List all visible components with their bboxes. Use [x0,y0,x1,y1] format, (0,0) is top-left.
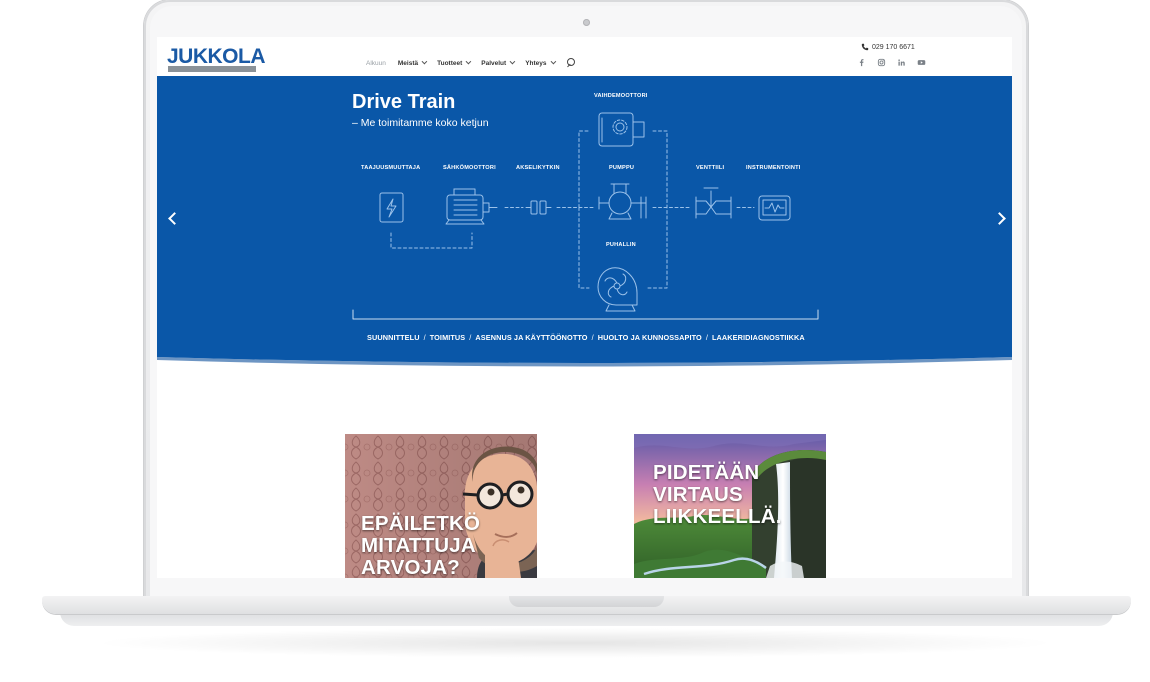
chevron-down-icon [465,58,472,65]
services-list: SUUNNITTELU / TOIMITUS / ASENNUS JA KÄYTTÖÖN… [367,333,805,342]
website-screen: JUKKOLA Alkuun Meistä Tuotteet Palvelut … [157,37,1012,578]
promo-line: PIDETÄÄN [653,461,760,484]
youtube-icon[interactable] [917,58,926,67]
label-venttiili: VENTTIILI [696,165,725,171]
phone-icon [861,43,869,51]
laptop-notch [509,596,664,607]
logo-text: JUKKOLA [167,45,266,68]
hero-slider: Drive Train – Me toimitamme koko ketjun … [157,76,1012,367]
promo-line: EPÄILETKÖ [361,512,481,535]
label-puhallin: PUHALLIN [606,242,636,248]
promo-line: MITATTUJA [361,534,476,557]
search-icon[interactable] [566,58,576,68]
promo-card-flow[interactable]: PIDETÄÄN VIRTAUS LIIKKEELLÄ. [634,434,826,578]
promo-text-2: PIDETÄÄN VIRTAUS LIIKKEELLÄ. [653,462,782,528]
instagram-icon[interactable] [877,58,886,67]
service-asennus[interactable]: ASENNUS JA KÄYTTÖÖNOTTO [475,333,587,342]
drive-train-diagram [157,76,1012,367]
nav-item-tuotteet[interactable]: Tuotteet [437,58,472,67]
social-links [857,58,937,67]
facebook-icon[interactable] [857,58,866,67]
label-akselikytkin: AKSELIKYTKIN [516,165,560,171]
service-laakeridiagnostiikka[interactable]: LAAKERIDIAGNOSTIIKKA [712,333,805,342]
promo-text-1: EPÄILETKÖ MITATTUJA ARVOJA? [361,512,481,579]
promo-line: ARVOJA? [361,556,460,579]
label-vaihdemoottori: VAIHDEMOOTTORI [594,93,648,99]
chevron-down-icon [550,58,556,65]
hero-subtitle: – Me toimitamme koko ketjun [352,117,489,129]
nav-item-alkuun[interactable]: Alkuun [366,60,386,67]
site-header: JUKKOLA Alkuun Meistä Tuotteet Palvelut … [157,37,1012,76]
label-pumppu: PUMPPU [609,165,635,171]
service-toimitus[interactable]: TOIMITUS [430,333,466,342]
nav-label: Palvelut [481,59,507,67]
promo-card-measurements[interactable]: EPÄILETKÖ MITATTUJA ARVOJA? [345,434,537,578]
nav-label: Alkuun [366,59,386,67]
service-suunnittelu[interactable]: SUUNNITTELU [367,333,420,342]
service-separator: / [469,333,472,342]
linkedin-icon[interactable] [897,58,906,67]
nav-item-palvelut[interactable]: Palvelut [481,58,516,67]
phone-text: 029 170 6671 [872,43,915,51]
main-nav: Alkuun Meistä Tuotteet Palvelut Yhteys [366,57,576,69]
label-taajuusmuuttaja: TAAJUUSMUUTTAJA [361,165,421,171]
service-separator: / [423,333,426,342]
service-separator: / [591,333,594,342]
service-huolto[interactable]: HUOLTO JA KUNNOSSAPITO [598,333,702,342]
chevron-down-icon [421,58,428,65]
nav-item-yhteys[interactable]: Yhteys [525,58,556,67]
promo-line: LIIKKEELLÄ. [653,505,782,528]
phone-number[interactable]: 029 170 6671 [861,43,915,51]
logo-underline [168,66,256,72]
camera-icon [583,19,590,26]
label-instrumentointi: INSTRUMENTOINTI [746,165,801,171]
chevron-down-icon [509,58,516,65]
hero-title: Drive Train [352,91,456,113]
laptop-base-lip [60,612,1113,626]
label-sahkomoottori: SÄHKÖMOOTTORI [443,165,496,171]
nav-label: Tuotteet [437,59,463,67]
service-separator: / [705,333,708,342]
jukkola-logo[interactable]: JUKKOLA [167,46,266,74]
laptop-shadow [90,628,1060,658]
nav-label: Meistä [397,59,419,67]
laptop-mockup: JUKKOLA Alkuun Meistä Tuotteet Palvelut … [0,0,1150,682]
promo-line: VIRTAUS [653,483,743,506]
nav-label: Yhteys [525,59,547,67]
nav-item-meista[interactable]: Meistä [397,58,428,67]
